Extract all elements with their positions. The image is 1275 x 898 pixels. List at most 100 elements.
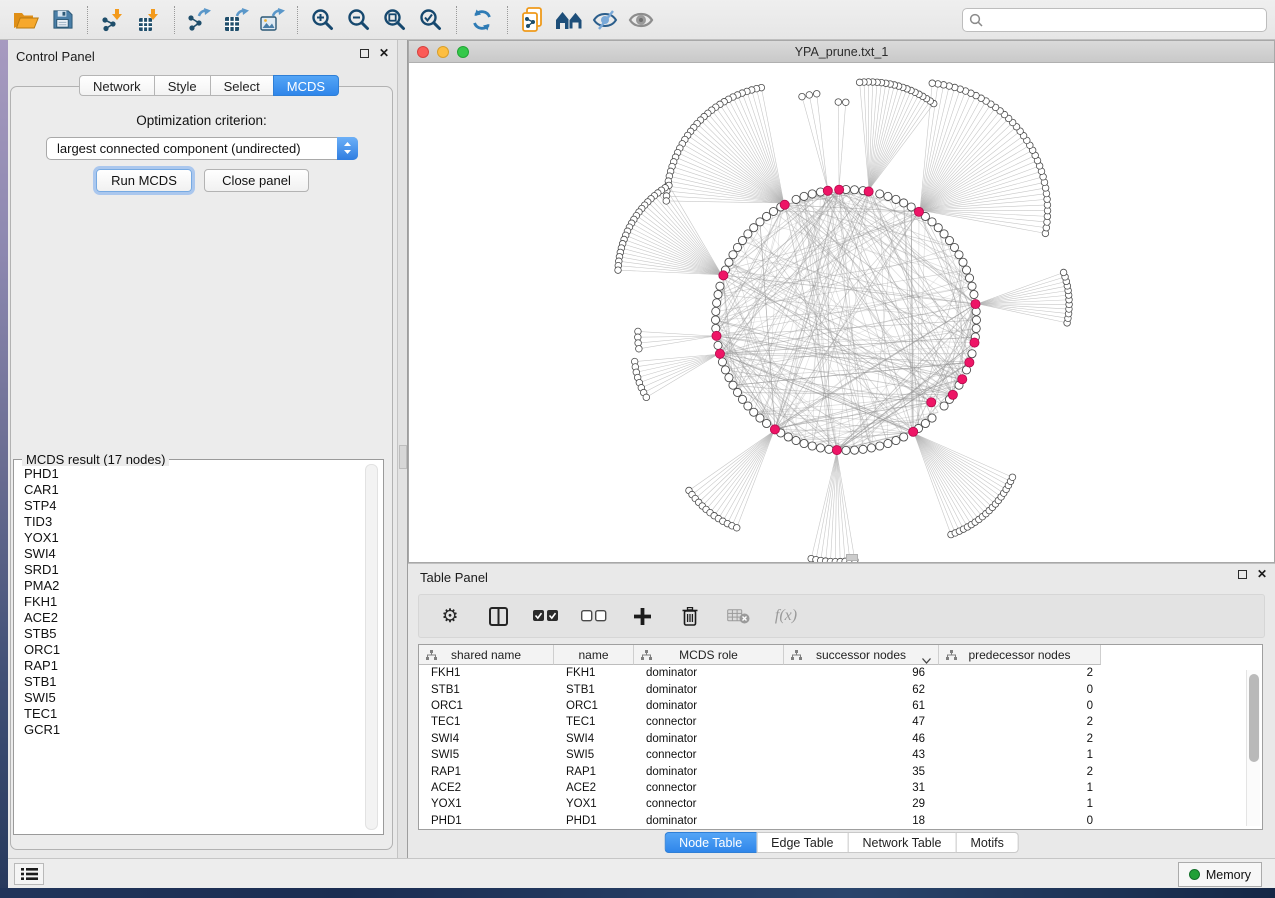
column-header-label: shared name <box>451 648 521 662</box>
vertical-splitter-handle[interactable] <box>399 445 407 469</box>
tab-edge-table[interactable]: Edge Table <box>756 832 847 853</box>
tab-network-table[interactable]: Network Table <box>848 832 956 853</box>
import-network-icon[interactable] <box>95 4 131 36</box>
table-row[interactable]: YOX1YOX1connector291 <box>419 796 1262 812</box>
desktop: Control Panel ✕ NetworkStyleSelectMCDS O… <box>0 0 1275 898</box>
network-canvas[interactable] <box>409 63 1274 562</box>
vertical-splitter[interactable] <box>397 40 408 858</box>
column-header-successor-nodes[interactable]: successor nodes <box>784 645 939 665</box>
zoom-out-icon[interactable] <box>341 4 377 36</box>
status-bar: Memory <box>8 858 1275 888</box>
table-row[interactable]: STB1STB1dominator620 <box>419 681 1262 697</box>
mcds-result-item[interactable]: SWI4 <box>16 546 381 562</box>
mcds-result-item[interactable]: GCR1 <box>16 722 381 738</box>
mcds-result-item[interactable]: YOX1 <box>16 530 381 546</box>
export-table-icon[interactable] <box>218 4 254 36</box>
export-image-icon[interactable] <box>254 4 290 36</box>
column-type-icon <box>946 650 957 664</box>
import-table-icon[interactable] <box>131 4 167 36</box>
task-list-icon <box>21 867 38 881</box>
table-settings-icon[interactable]: ⚙ <box>437 601 463 631</box>
mcds-result-item[interactable]: SWI5 <box>16 690 381 706</box>
delete-column-icon[interactable] <box>677 601 703 631</box>
column-header-label: successor nodes <box>816 648 906 662</box>
mcds-result-item[interactable]: SRD1 <box>16 562 381 578</box>
mcds-list-scrollbar[interactable] <box>365 464 378 830</box>
column-header-shared-name[interactable]: shared name <box>419 645 554 665</box>
mcds-result-item[interactable]: CAR1 <box>16 482 381 498</box>
task-history-button[interactable] <box>14 863 44 885</box>
close-panel-icon[interactable]: ✕ <box>379 49 389 58</box>
table-panel-tabs: Node TableEdge TableNetwork TableMotifs <box>664 832 1019 853</box>
toolbar-separator <box>507 6 508 34</box>
tab-motifs[interactable]: Motifs <box>955 832 1018 853</box>
desktop-wallpaper-strip <box>0 40 8 888</box>
export-network-icon[interactable] <box>182 4 218 36</box>
add-column-icon[interactable] <box>629 601 655 631</box>
toolbar-separator <box>87 6 88 34</box>
zoom-in-icon[interactable] <box>305 4 341 36</box>
show-graphics-details-icon[interactable] <box>623 4 659 36</box>
memory-button[interactable]: Memory <box>1178 862 1262 887</box>
mcds-result-item[interactable]: RAP1 <box>16 658 381 674</box>
column-header-name[interactable]: name <box>554 645 634 665</box>
tab-select[interactable]: Select <box>210 75 273 96</box>
deselect-all-icon[interactable] <box>581 601 607 631</box>
criterion-dropdown[interactable]: largest connected component (undirected) <box>46 137 358 160</box>
network-window: YPA_prune.txt_1 <box>408 40 1275 563</box>
mcds-result-item[interactable]: FKH1 <box>16 594 381 610</box>
search-network-icon[interactable] <box>551 4 587 36</box>
run-mcds-button[interactable]: Run MCDS <box>96 169 192 192</box>
column-header-predecessor-nodes[interactable]: predecessor nodes <box>939 645 1101 665</box>
mcds-result-item[interactable]: STP4 <box>16 498 381 514</box>
tab-style[interactable]: Style <box>154 75 210 96</box>
open-file-icon[interactable] <box>8 4 44 36</box>
table-scrollbar[interactable] <box>1246 670 1260 826</box>
mcds-result-item[interactable]: PMA2 <box>16 578 381 594</box>
tab-mcds[interactable]: MCDS <box>273 75 339 96</box>
mcds-result-group: MCDS result (17 nodes) PHD1CAR1STP4TID3Y… <box>13 459 384 835</box>
table-row[interactable]: TEC1TEC1connector472 <box>419 714 1262 730</box>
table-row[interactable]: SWI5SWI5connector431 <box>419 747 1262 763</box>
table-row[interactable]: ACE2ACE2connector311 <box>419 780 1262 796</box>
toolbar-separator <box>456 6 457 34</box>
close-panel-button[interactable]: Close panel <box>204 169 309 192</box>
main-toolbar <box>0 0 1275 40</box>
delete-table-icon[interactable] <box>725 601 751 631</box>
save-session-icon[interactable] <box>44 4 80 36</box>
tab-node-table[interactable]: Node Table <box>664 832 756 853</box>
mcds-result-item[interactable]: ORC1 <box>16 642 381 658</box>
table-scrollbar-thumb[interactable] <box>1249 674 1259 762</box>
column-header-MCDS-role[interactable]: MCDS role <box>634 645 784 665</box>
mcds-result-item[interactable]: STB5 <box>16 626 381 642</box>
close-panel-icon[interactable]: ✕ <box>1257 570 1267 579</box>
table-row[interactable]: PHD1PHD1dominator180 <box>419 813 1262 829</box>
mcds-result-item[interactable]: TEC1 <box>16 706 381 722</box>
zoom-fit-icon[interactable] <box>377 4 413 36</box>
mcds-result-item[interactable]: PHD1 <box>16 466 381 482</box>
table-header-row: shared name nameMCDS role successor nodes p… <box>419 645 1101 665</box>
table-row[interactable]: ORC1ORC1dominator610 <box>419 698 1262 714</box>
table-panel-header: Table Panel ✕ <box>408 564 1275 588</box>
mcds-result-item[interactable]: STB1 <box>16 674 381 690</box>
horizontal-splitter-handle[interactable] <box>846 554 858 561</box>
float-panel-icon[interactable] <box>1238 570 1247 579</box>
mcds-result-item[interactable]: ACE2 <box>16 610 381 626</box>
table-row[interactable]: RAP1RAP1dominator352 <box>419 763 1262 779</box>
mcds-result-item[interactable]: TID3 <box>16 514 381 530</box>
tab-network[interactable]: Network <box>79 75 154 96</box>
table-row[interactable]: SWI4SWI4dominator462 <box>419 731 1262 747</box>
select-all-icon[interactable] <box>533 601 559 631</box>
search-input[interactable] <box>983 13 1260 27</box>
function-builder-icon[interactable]: f(x) <box>773 601 799 631</box>
zoom-selected-icon[interactable] <box>413 4 449 36</box>
hide-graphics-details-icon[interactable] <box>587 4 623 36</box>
split-view-icon[interactable] <box>485 601 511 631</box>
clone-network-icon[interactable] <box>515 4 551 36</box>
dropdown-stepper-icon <box>337 137 358 160</box>
float-panel-icon[interactable] <box>360 49 369 58</box>
table-row[interactable]: FKH1FKH1dominator962 <box>419 665 1262 681</box>
network-window-titlebar[interactable]: YPA_prune.txt_1 <box>409 41 1274 63</box>
refresh-icon[interactable] <box>464 4 500 36</box>
column-type-icon <box>641 650 652 664</box>
